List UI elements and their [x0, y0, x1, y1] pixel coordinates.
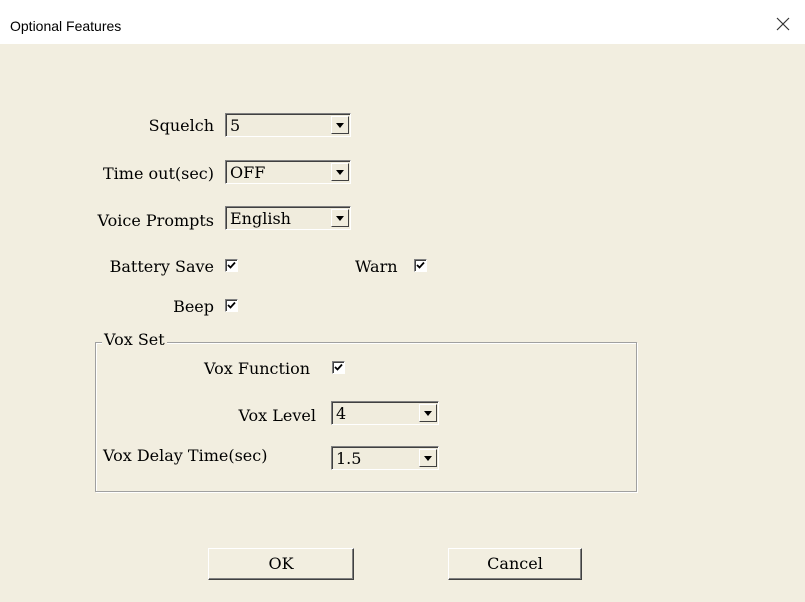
vox-level-label: Vox Level	[238, 406, 316, 425]
timeout-label: Time out(sec)	[102, 164, 214, 183]
title-bar: Optional Features	[0, 0, 805, 44]
chevron-down-icon[interactable]	[331, 209, 349, 227]
chevron-down-icon[interactable]	[331, 116, 349, 134]
warn-label: Warn	[355, 257, 398, 276]
voice-prompts-select[interactable]: English	[225, 206, 351, 230]
optional-features-dialog: Squelch 5 Time out(sec) OFF Voice Prompt…	[0, 44, 805, 602]
voice-prompts-value: English	[230, 209, 291, 228]
vox-delay-label: Vox Delay Time(sec)	[103, 446, 268, 465]
squelch-select[interactable]: 5	[225, 113, 351, 137]
vox-function-label: Vox Function	[204, 359, 310, 378]
cancel-button[interactable]: Cancel	[448, 548, 582, 580]
beep-label: Beep	[173, 297, 214, 316]
vox-function-checkbox[interactable]	[332, 361, 345, 374]
squelch-label: Squelch	[148, 116, 214, 135]
vox-set-group-label: Vox Set	[102, 330, 167, 349]
close-icon[interactable]	[771, 12, 795, 36]
battery-save-label: Battery Save	[109, 257, 214, 276]
ok-button[interactable]: OK	[208, 548, 354, 580]
window-title: Optional Features	[10, 18, 122, 34]
vox-delay-value: 1.5	[336, 449, 362, 468]
chevron-down-icon[interactable]	[331, 163, 349, 181]
warn-checkbox[interactable]	[414, 259, 427, 272]
timeout-select[interactable]: OFF	[225, 160, 351, 184]
chevron-down-icon[interactable]	[419, 404, 437, 422]
voice-prompts-label: Voice Prompts	[97, 211, 214, 230]
beep-checkbox[interactable]	[225, 299, 238, 312]
vox-level-select[interactable]: 4	[331, 401, 439, 425]
chevron-down-icon[interactable]	[419, 449, 437, 467]
battery-save-checkbox[interactable]	[225, 259, 238, 272]
vox-delay-select[interactable]: 1.5	[331, 446, 439, 470]
squelch-value: 5	[230, 116, 241, 135]
vox-level-value: 4	[336, 404, 347, 423]
timeout-value: OFF	[230, 163, 266, 182]
